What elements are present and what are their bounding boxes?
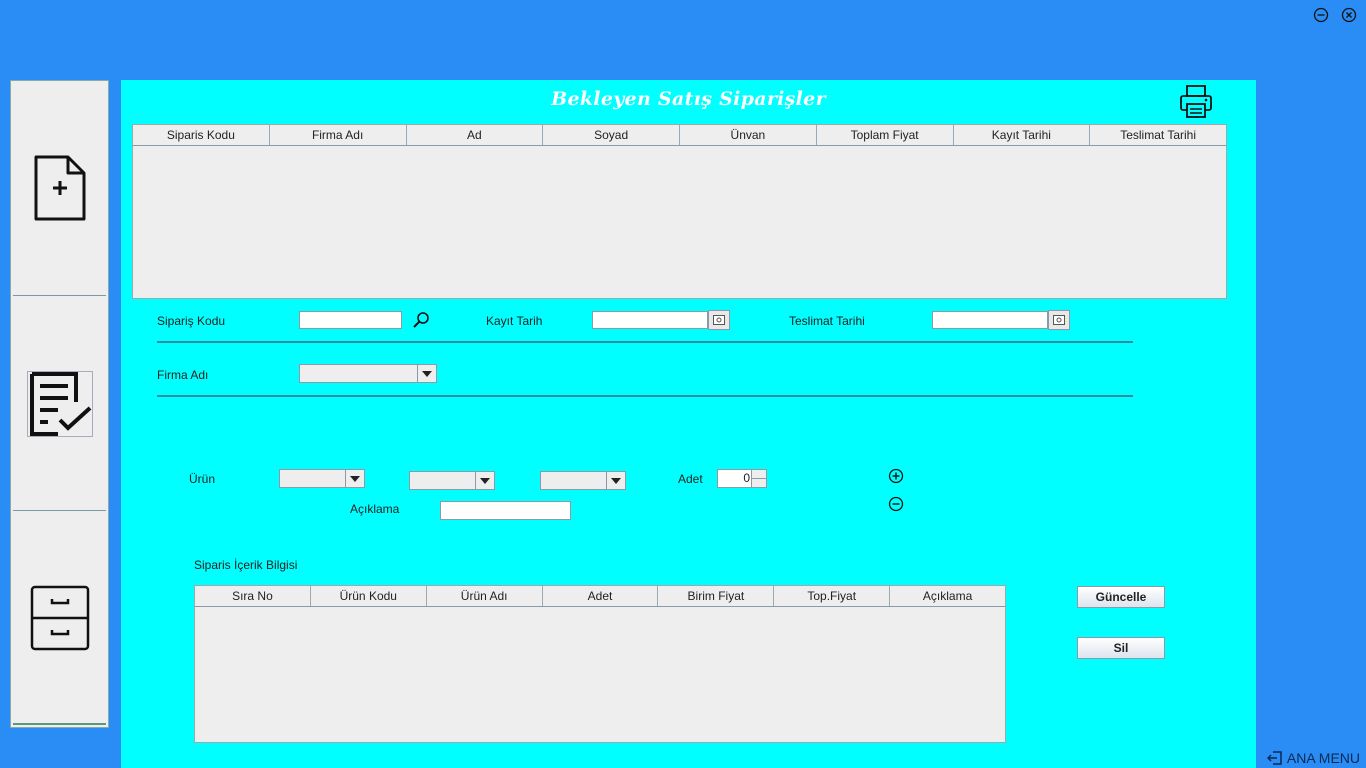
company-select[interactable] [299, 364, 437, 383]
chevron-down-icon [345, 470, 364, 487]
increment-button[interactable] [751, 470, 766, 479]
page-title: Bekleyen Satış Siparişler [551, 88, 826, 110]
main-panel: Bekleyen Satış Siparişler Siparis Kodu F… [121, 80, 1256, 768]
column-header[interactable]: Teslimat Tarihi [1090, 125, 1226, 145]
column-header[interactable]: Firma Adı [270, 125, 407, 145]
new-document-icon [34, 155, 85, 221]
chevron-down-icon [417, 365, 436, 382]
column-header[interactable]: Siparis Kodu [133, 125, 270, 145]
print-button[interactable] [1178, 84, 1214, 120]
search-button[interactable] [412, 311, 430, 329]
content-section-label: Siparis İçerik Bilgisi [194, 558, 298, 572]
column-header[interactable]: Ürün Kodu [311, 586, 427, 606]
sidebar-item-pending-orders[interactable] [13, 297, 106, 511]
content-table[interactable]: Sıra No Ürün Kodu Ürün Adı Adet Birim Fi… [194, 585, 1006, 743]
main-menu-label: ANA MENU [1286, 750, 1360, 766]
content-table-header: Sıra No Ürün Kodu Ürün Adı Adet Birim Fi… [195, 586, 1005, 607]
chevron-down-icon [475, 472, 494, 489]
orders-table[interactable]: Siparis Kodu Firma Adı Ad Soyad Ünvan To… [132, 124, 1227, 299]
product-subcategory-select[interactable] [409, 471, 495, 490]
archive-cabinet-icon [30, 585, 89, 650]
register-date-input[interactable] [592, 311, 708, 329]
decrement-button[interactable] [751, 479, 766, 487]
checklist-icon [29, 371, 91, 436]
minus-circle-icon [888, 496, 904, 512]
product-select[interactable] [540, 471, 626, 490]
close-button[interactable] [1341, 7, 1357, 23]
description-input[interactable] [440, 501, 571, 520]
delete-button[interactable]: Sil [1077, 637, 1165, 659]
company-label: Firma Adı [157, 368, 209, 382]
register-date-picker-button[interactable] [708, 310, 730, 330]
search-icon [413, 312, 429, 328]
column-header[interactable]: Sıra No [195, 586, 311, 606]
minimize-button[interactable] [1313, 7, 1329, 23]
register-date-label: Kayıt Tarih [486, 314, 543, 328]
order-code-label: Sipariş Kodu [157, 314, 226, 328]
quantity-label: Adet [678, 472, 703, 486]
column-header[interactable]: Toplam Fiyat [817, 125, 954, 145]
column-header[interactable]: Ad [407, 125, 544, 145]
printer-icon [1180, 85, 1212, 118]
calendar-icon [1053, 315, 1065, 325]
delivery-date-label: Teslimat Tarihi [789, 314, 865, 328]
product-category-select[interactable] [279, 469, 365, 488]
column-header[interactable]: Açıklama [890, 586, 1005, 606]
divider [157, 395, 1133, 397]
sidebar-item-new-order[interactable] [13, 83, 106, 296]
add-item-button[interactable] [888, 468, 904, 484]
order-code-input[interactable] [299, 311, 402, 329]
sidebar-item-pending-frame [26, 370, 93, 437]
quantity-stepper[interactable]: 0 [717, 469, 767, 488]
minus-circle-icon [1313, 7, 1329, 23]
column-header[interactable]: Adet [543, 586, 659, 606]
description-label: Açıklama [350, 502, 400, 516]
main-menu-link[interactable]: ANA MENU [1266, 750, 1360, 766]
sign-in-icon [1266, 751, 1282, 765]
sidebar [10, 80, 109, 728]
column-header[interactable]: Kayıt Tarihi [954, 125, 1091, 145]
chevron-down-icon [606, 472, 625, 489]
update-button[interactable]: Güncelle [1077, 586, 1165, 608]
calendar-icon [713, 315, 725, 325]
delivery-date-input[interactable] [932, 311, 1048, 329]
plus-circle-icon [888, 468, 904, 484]
column-header[interactable]: Soyad [543, 125, 680, 145]
column-header[interactable]: Birim Fiyat [658, 586, 775, 606]
orders-table-header: Siparis Kodu Firma Adı Ad Soyad Ünvan To… [133, 125, 1226, 146]
column-header[interactable]: Ürün Adı [427, 586, 543, 606]
divider [157, 341, 1133, 343]
sidebar-item-archive[interactable] [13, 512, 106, 725]
product-label: Ürün [189, 472, 216, 486]
column-header[interactable]: Ünvan [680, 125, 817, 145]
quantity-value: 0 [743, 471, 750, 485]
delivery-date-picker-button[interactable] [1048, 310, 1070, 330]
x-circle-icon [1341, 7, 1357, 23]
column-header[interactable]: Top.Fiyat [774, 586, 891, 606]
remove-item-button[interactable] [888, 496, 904, 512]
